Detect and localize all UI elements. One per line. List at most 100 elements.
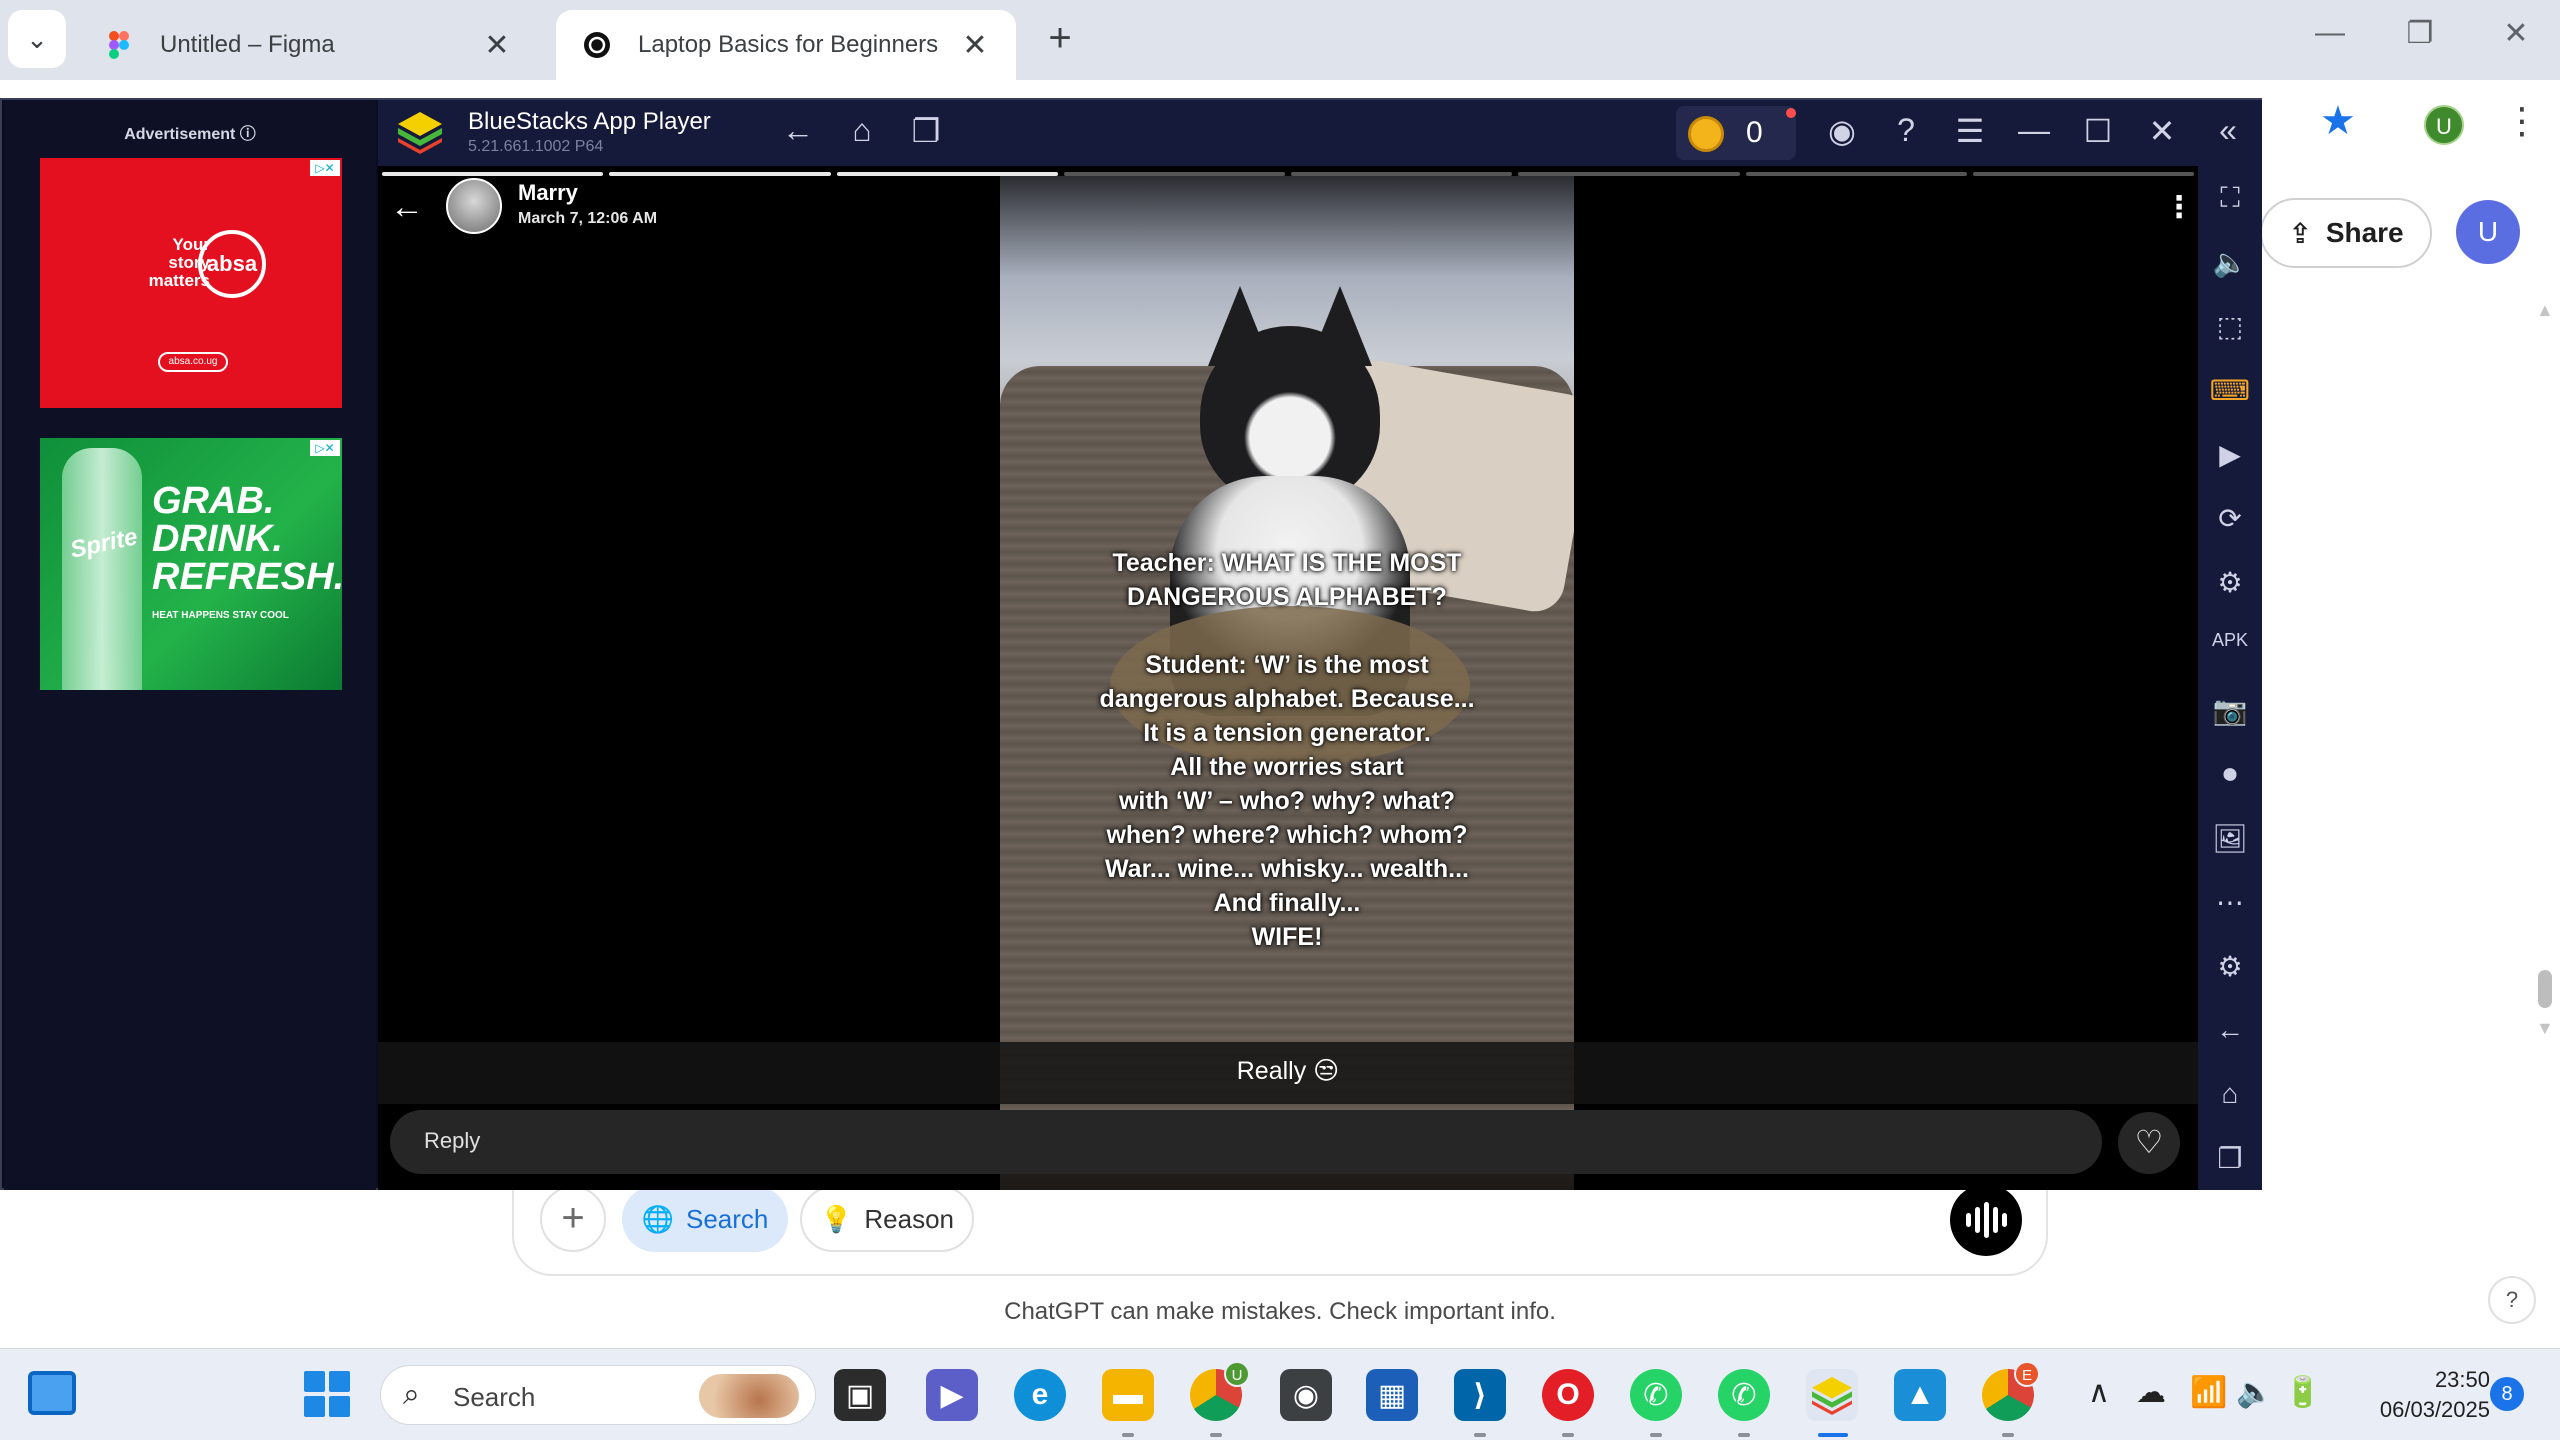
voice-mode-button[interactable]	[1950, 1184, 2022, 1256]
keyboard-icon[interactable]: ⌨	[2198, 374, 2262, 407]
share-button[interactable]: ⇪ Share	[2260, 198, 2432, 268]
story-user-avatar[interactable]	[446, 178, 502, 234]
close-icon[interactable]: ✕	[2142, 112, 2182, 150]
install-apk-icon[interactable]: APK	[2198, 630, 2262, 651]
tab-title: Untitled – Figma	[160, 31, 335, 58]
story-user-name[interactable]: Marry	[518, 180, 578, 206]
coin-counter[interactable]: 0	[1676, 106, 1796, 160]
pointer-icon[interactable]: ⬚	[2198, 310, 2262, 343]
hamburger-menu-icon[interactable]: ☰	[1950, 112, 1990, 150]
help-button[interactable]: ?	[2488, 1276, 2536, 1324]
app-version: 5.21.661.1002 P64	[468, 138, 604, 155]
photos-icon[interactable]: ▲	[1894, 1369, 1946, 1421]
performance-icon[interactable]: ⚙	[2198, 566, 2262, 599]
reply-input[interactable]: Reply	[390, 1110, 2102, 1174]
bluestacks-logo-icon	[1812, 1376, 1852, 1415]
minimize-icon[interactable]: —	[2014, 112, 2054, 149]
new-tab-button[interactable]: +	[1040, 16, 1080, 61]
running-indicator	[1474, 1433, 1486, 1437]
onedrive-cloud-icon[interactable]: ☁	[2136, 1375, 2166, 1410]
edge-icon[interactable]: e	[1014, 1369, 1066, 1421]
chrome-profile-avatar[interactable]: U	[2424, 105, 2464, 145]
vscode-icon[interactable]: ⟩	[1454, 1369, 1506, 1421]
more-icon[interactable]: ⋯	[2198, 886, 2262, 919]
whatsapp-business-icon[interactable]: ✆	[1718, 1369, 1770, 1421]
whatsapp-icon[interactable]: ✆	[1630, 1369, 1682, 1421]
macro-play-icon[interactable]: ▶	[2198, 438, 2262, 471]
bluestacks-taskbar-icon[interactable]	[1806, 1369, 1858, 1421]
screenshot-icon[interactable]: 📷	[2198, 694, 2262, 727]
tab-laptop-basics[interactable]: Laptop Basics for Beginners ✕	[556, 10, 1016, 80]
chrome-menu-icon[interactable]: ⋮	[2504, 100, 2540, 142]
settings-icon[interactable]: ⚙	[2198, 950, 2262, 983]
chatgpt-icon	[584, 32, 610, 58]
lightbulb-icon: 💡	[820, 1203, 853, 1234]
search-toggle-button[interactable]: 🌐 Search	[622, 1186, 788, 1252]
tab-figma[interactable]: Untitled – Figma ✕	[78, 10, 538, 80]
rotate-icon[interactable]: ⟳	[2198, 502, 2262, 535]
widgets-icon[interactable]	[28, 1371, 76, 1415]
taskbar-clock[interactable]: 23:50 06/03/2025	[2340, 1365, 2490, 1425]
close-icon[interactable]: ✕	[960, 28, 990, 63]
story-caption: Really 😒	[1236, 1057, 1340, 1085]
restore-button[interactable]: ❐	[2400, 16, 2440, 51]
fullscreen-icon[interactable]: ⛶	[2198, 182, 2262, 215]
window-close-button[interactable]: ✕	[2496, 16, 2536, 51]
ad-sidebar: Advertisement ⓘ ▷✕ Your story matters ab…	[4, 100, 376, 1190]
opera-icon[interactable]: O	[1542, 1369, 1594, 1421]
android-home-icon[interactable]: ⌂	[2198, 1078, 2262, 1110]
tray-chevron-up-icon[interactable]: ∧	[2088, 1375, 2110, 1410]
app-title: BlueStacks App Player	[468, 108, 711, 135]
sprite-subtext: HEAT HAPPENS STAY COOL	[152, 610, 289, 621]
notification-dot	[1786, 108, 1796, 118]
recent-apps-icon[interactable]: ❐	[906, 112, 946, 150]
sprite-ad-banner[interactable]: ▷✕ Sprite GRAB. DRINK. REFRESH. HEAT HAP…	[40, 438, 342, 690]
record-video-icon[interactable]: ⏺	[2198, 758, 2262, 791]
ad-close-icon[interactable]: ▷✕	[310, 160, 340, 176]
tab-search-button[interactable]: ⌄	[8, 10, 66, 68]
taskbar-search[interactable]: ⌕ Search	[380, 1365, 816, 1425]
close-icon[interactable]: ✕	[482, 28, 512, 63]
more-options-icon[interactable]: ⋮	[2164, 190, 2194, 225]
speaker-icon[interactable]: 🔈	[2236, 1375, 2273, 1410]
running-indicator	[2002, 1433, 2014, 1437]
android-recents-icon[interactable]: ❐	[2198, 1142, 2262, 1175]
like-heart-icon[interactable]: ♡	[2118, 1112, 2180, 1174]
absa-ad-banner[interactable]: ▷✕ Your story matters absa absa.co.ug	[40, 158, 342, 408]
notification-badge[interactable]: 8	[2490, 1377, 2524, 1411]
maximize-icon[interactable]: ☐	[2078, 112, 2118, 150]
reply-placeholder: Reply	[424, 1128, 481, 1153]
ad-close-icon[interactable]: ▷✕	[310, 440, 340, 456]
teams-chat-icon[interactable]: ▶	[926, 1369, 978, 1421]
file-explorer-icon[interactable]: ▬	[1102, 1369, 1154, 1421]
minimize-button[interactable]: —	[2310, 16, 2350, 50]
chevron-down-icon: ⌄	[26, 23, 48, 54]
volume-icon[interactable]: 🔈	[2198, 246, 2262, 279]
sprite-headline: GRAB. DRINK. REFRESH.	[152, 480, 342, 598]
back-arrow-icon[interactable]: ←	[778, 112, 818, 149]
task-view-icon[interactable]: ▣	[834, 1369, 886, 1421]
scroll-up-arrow-icon[interactable]: ▲	[2536, 300, 2554, 321]
wifi-icon[interactable]: 📶	[2190, 1375, 2227, 1410]
back-arrow-icon[interactable]: ←	[390, 188, 424, 227]
bookmark-star-icon[interactable]: ★	[2320, 98, 2356, 144]
reason-toggle-button[interactable]: 💡 Reason	[800, 1186, 974, 1252]
collapse-sidebar-icon[interactable]: «	[2208, 112, 2248, 149]
media-folder-icon[interactable]: 🖼	[2198, 822, 2262, 855]
scroll-down-arrow-icon[interactable]: ▼	[2536, 1018, 2554, 1039]
android-back-icon[interactable]: ←	[2198, 1014, 2262, 1046]
active-indicator	[1818, 1433, 1848, 1437]
scrollbar-thumb[interactable]	[2538, 970, 2552, 1008]
progress-segment	[1745, 172, 1967, 176]
home-icon[interactable]: ⌂	[842, 112, 882, 149]
running-indicator	[1650, 1433, 1662, 1437]
user-avatar[interactable]: U	[2456, 200, 2520, 264]
help-circle-icon[interactable]: ?	[1886, 112, 1926, 149]
account-icon[interactable]: ◉	[1822, 112, 1862, 150]
start-button[interactable]	[304, 1371, 350, 1417]
share-icon: ⇪	[2288, 217, 2312, 249]
battery-icon[interactable]: 🔋	[2284, 1375, 2321, 1410]
camera-icon[interactable]: ◉	[1280, 1369, 1332, 1421]
store-icon[interactable]: ▦	[1366, 1369, 1418, 1421]
attach-plus-button[interactable]: +	[540, 1186, 606, 1252]
